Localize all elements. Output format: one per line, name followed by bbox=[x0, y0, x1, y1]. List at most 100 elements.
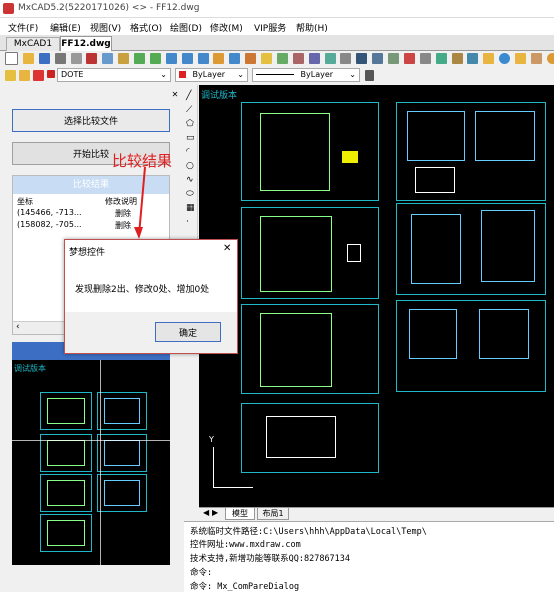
command-line: 控件网址:www.mxdraw.com bbox=[190, 540, 301, 550]
ellipse-icon[interactable]: ⬭ bbox=[186, 189, 194, 199]
save-icon[interactable] bbox=[38, 53, 50, 64]
match-properties-icon[interactable] bbox=[245, 53, 257, 64]
select-compare-file-button[interactable]: 选择比较文件 bbox=[12, 109, 170, 132]
menu-file[interactable]: 文件(F) bbox=[8, 21, 38, 34]
zoom-window-icon[interactable] bbox=[197, 53, 209, 64]
chevron-down-icon: ⌄ bbox=[237, 70, 244, 79]
preview-canvas[interactable]: 调试版本 bbox=[12, 360, 170, 565]
move-icon[interactable] bbox=[419, 53, 431, 64]
polygon-icon[interactable]: ⬠ bbox=[186, 119, 194, 129]
doc-tab-strip: MxCAD1 FF12.dwg bbox=[0, 35, 554, 51]
chevron-right-icon[interactable]: ▶ bbox=[212, 508, 218, 517]
dialog-title-bar: 梦想控件 ✕ bbox=[65, 240, 237, 260]
doc-tab-mxcad1[interactable]: MxCAD1 bbox=[6, 37, 60, 51]
properties-icon[interactable] bbox=[483, 53, 495, 64]
cad-canvas[interactable]: 调试版本 Y bbox=[199, 85, 554, 507]
preview-sheet bbox=[40, 392, 92, 430]
column-coord[interactable]: 坐标 bbox=[17, 196, 33, 207]
circle-icon[interactable]: ○ bbox=[186, 161, 194, 171]
rectangle-icon[interactable]: ▭ bbox=[186, 133, 195, 143]
stretch-icon[interactable] bbox=[451, 53, 463, 64]
tab-layout1[interactable]: 布局1 bbox=[257, 508, 289, 520]
select-icon[interactable] bbox=[356, 53, 368, 64]
arc-icon[interactable]: ◜ bbox=[186, 147, 190, 157]
scale-icon[interactable] bbox=[435, 53, 447, 64]
erase-icon[interactable] bbox=[403, 53, 415, 64]
preview-sheet bbox=[97, 474, 147, 512]
zoom-out-icon[interactable] bbox=[181, 53, 193, 64]
menu-vip[interactable]: VIP服务 bbox=[254, 21, 286, 34]
button-label: 开始比较 bbox=[72, 150, 109, 160]
tab-model[interactable]: 模型 bbox=[225, 508, 255, 520]
floor-plan bbox=[260, 216, 332, 292]
mirror-icon[interactable] bbox=[388, 53, 399, 64]
floor-plan bbox=[260, 313, 332, 387]
polyline-icon[interactable]: ⟋ bbox=[186, 105, 192, 115]
layout-tab-strip: ◀ ▶ 模型 布局1 bbox=[199, 507, 554, 520]
chevron-left-icon[interactable]: ◀ bbox=[203, 508, 209, 517]
menu-help[interactable]: 帮助(H) bbox=[296, 21, 328, 34]
doc-tab-label: FF12.dwg bbox=[61, 39, 111, 49]
menu-view[interactable]: 视图(V) bbox=[90, 21, 121, 34]
linetype-brush-icon[interactable] bbox=[365, 70, 374, 81]
menu-draw[interactable]: 绘图(D) bbox=[170, 21, 202, 34]
folder-icon[interactable] bbox=[515, 53, 526, 64]
text-style-icon[interactable] bbox=[292, 53, 304, 64]
preview-plan bbox=[104, 480, 140, 506]
measure-icon[interactable] bbox=[340, 53, 352, 64]
zoom-extents-icon[interactable] bbox=[229, 53, 241, 64]
layer-select[interactable]: DOTE ⌄ bbox=[57, 68, 171, 82]
hatch-icon[interactable]: ▦ bbox=[186, 203, 195, 213]
layer-manager-icon[interactable] bbox=[5, 70, 16, 81]
spline-icon[interactable]: ∿ bbox=[186, 175, 194, 185]
print-icon[interactable] bbox=[54, 53, 66, 64]
cut-icon[interactable] bbox=[86, 53, 98, 64]
menu-modify[interactable]: 修改(M) bbox=[210, 21, 243, 34]
menu-format[interactable]: 格式(O) bbox=[130, 21, 162, 34]
open-folder-icon[interactable] bbox=[22, 53, 34, 64]
undo-icon[interactable] bbox=[134, 53, 145, 64]
redo-icon[interactable] bbox=[149, 53, 161, 64]
point-icon[interactable]: · bbox=[186, 217, 189, 227]
draw-toolbar: ╱ ⟋ ⬠ ▭ ◜ ○ ∿ ⬭ ▦ · bbox=[184, 85, 198, 265]
rotate-icon[interactable] bbox=[372, 53, 384, 64]
print-preview-icon[interactable] bbox=[70, 53, 82, 64]
preview-sheet bbox=[97, 392, 147, 430]
command-line: 命令: bbox=[190, 568, 213, 578]
dimension-icon[interactable] bbox=[308, 53, 320, 64]
help-icon[interactable] bbox=[499, 53, 511, 64]
dialog-message: 发现删除2出、修改0处、增加0处 bbox=[75, 285, 210, 295]
pan-icon[interactable] bbox=[213, 53, 225, 64]
explode-icon[interactable] bbox=[467, 53, 479, 64]
panel-close-icon[interactable]: ✕ bbox=[170, 90, 180, 100]
preview-sheet bbox=[40, 474, 92, 512]
layer-state-icon[interactable] bbox=[19, 70, 30, 81]
zoom-in-icon[interactable] bbox=[165, 53, 177, 64]
close-icon[interactable]: ✕ bbox=[223, 243, 231, 254]
new-file-icon[interactable] bbox=[5, 52, 18, 65]
section-view bbox=[415, 167, 455, 193]
layer-swatch-icon[interactable] bbox=[47, 70, 55, 78]
row-coord: (158082, -705... bbox=[17, 220, 82, 229]
layer-color-icon[interactable] bbox=[33, 70, 44, 81]
menu-edit[interactable]: 编辑(E) bbox=[50, 21, 81, 34]
line-icon[interactable]: ╱ bbox=[186, 91, 191, 101]
doc-tab-ff12[interactable]: FF12.dwg bbox=[60, 36, 112, 51]
crosshair-h bbox=[12, 440, 170, 441]
ok-button[interactable]: 确定 bbox=[155, 322, 221, 342]
ucs-icon: Y bbox=[209, 435, 214, 444]
copy-icon[interactable] bbox=[102, 53, 114, 64]
paste-icon[interactable] bbox=[118, 53, 130, 64]
command-window[interactable]: 系统临时文件路径:C:\Users\hhh\AppData\Local\Temp… bbox=[184, 521, 554, 592]
insert-image-icon[interactable] bbox=[324, 53, 336, 64]
chevron-left-icon[interactable]: ‹ bbox=[16, 322, 20, 332]
linetype-select[interactable]: ByLayer ⌄ bbox=[252, 68, 360, 82]
settings-icon[interactable] bbox=[546, 53, 554, 64]
color-select[interactable]: ByLayer ⌄ bbox=[175, 68, 248, 82]
dialog-footer: 确定 bbox=[65, 312, 237, 353]
block-icon[interactable] bbox=[276, 53, 288, 64]
layer-icon[interactable] bbox=[261, 53, 272, 64]
pencil-icon[interactable] bbox=[530, 53, 542, 64]
title-bar: MxCAD5.2(5220171026) <> - FF12.dwg bbox=[0, 0, 554, 18]
roof-plan bbox=[266, 416, 336, 458]
